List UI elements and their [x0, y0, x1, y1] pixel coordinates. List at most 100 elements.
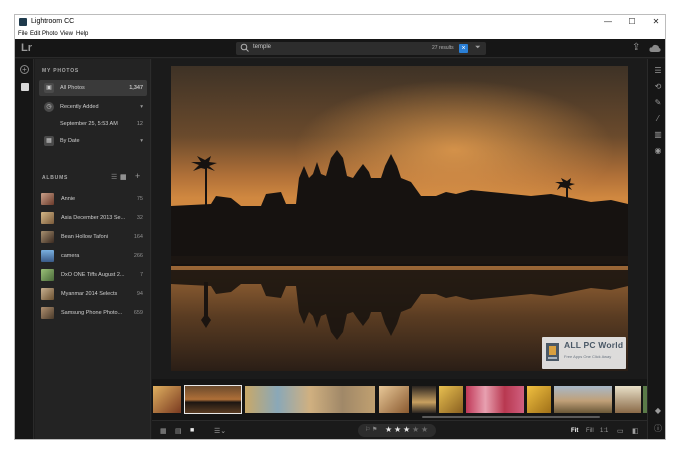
menu-bar: File Edit Photo View Help [15, 30, 665, 39]
zoom-fill-button[interactable]: Fill [586, 428, 594, 434]
search-result-count: 27 results [432, 45, 454, 51]
album-item[interactable]: DxO ONE Tiffs August 2... 7 [41, 267, 149, 283]
search-box[interactable]: temple 27 results × ⏷ [236, 42, 486, 55]
album-thumbnail [41, 212, 54, 224]
maximize-button[interactable]: ☐ [625, 16, 639, 28]
photo-grid-icon[interactable]: ▤ [175, 427, 182, 435]
album-item[interactable]: Asia December 2013 Se... 32 [41, 210, 149, 226]
all-photos-label: All Photos [60, 85, 85, 91]
my-photos-heading: MY PHOTOS [42, 68, 80, 74]
by-date-item[interactable]: ▦ By Date ▾ [39, 133, 147, 149]
album-label: Asia December 2013 Se... [61, 215, 126, 221]
album-label: Annie [61, 196, 76, 202]
cloud-icon[interactable] [649, 44, 661, 53]
clock-icon: ◷ [44, 102, 54, 112]
recent-import-label: September 25, 5:53 AM [60, 121, 118, 127]
recently-added-item[interactable]: ◷ Recently Added ▾ [39, 99, 147, 115]
crop-icon[interactable]: ⟲ [652, 81, 664, 93]
minimize-button[interactable]: — [601, 16, 615, 28]
chevron-down-icon[interactable]: ▾ [140, 104, 143, 110]
menu-help[interactable]: Help [76, 31, 88, 37]
grid-view-icon[interactable]: ▦ [120, 173, 127, 181]
menu-file[interactable]: File [18, 31, 28, 37]
album-item[interactable]: camera 266 [41, 248, 149, 264]
radial-gradient-icon[interactable]: ◉ [652, 145, 664, 157]
menu-photo[interactable]: Photo [42, 31, 58, 37]
search-input[interactable]: temple [253, 44, 271, 50]
album-item[interactable]: Myanmar 2014 Selects 94 [41, 286, 149, 302]
zoom-fit-button[interactable]: Fit [571, 428, 578, 434]
album-thumbnail [41, 231, 54, 243]
album-count: 266 [133, 253, 143, 259]
album-label: DxO ONE Tiffs August 2... [61, 272, 125, 278]
album-count: 164 [133, 234, 143, 240]
album-count: 94 [136, 291, 143, 297]
filmstrip-thumb[interactable] [615, 386, 641, 413]
album-label: camera [61, 253, 80, 259]
album-label: Bean Hollow Tafoni [61, 234, 108, 240]
album-item[interactable]: Samsung Phone Photo... 659 [41, 305, 149, 321]
recent-import-item[interactable]: September 25, 5:53 AM 12 [39, 116, 147, 132]
left-icon-strip: + [15, 59, 34, 439]
star-icon[interactable]: ★ [403, 425, 410, 434]
detail-view-icon[interactable]: ■ [190, 427, 194, 434]
star-icon[interactable]: ★ [385, 425, 392, 434]
photo-viewer [152, 59, 647, 379]
filmstrip-thumb[interactable] [466, 386, 524, 413]
filmstrip-thumb[interactable] [379, 386, 409, 413]
zoom-1to1-button[interactable]: 1:1 [600, 428, 608, 434]
filmstrip-thumb[interactable] [554, 386, 612, 413]
window-title: Lightroom CC [31, 18, 75, 25]
album-item[interactable]: Bean Hollow Tafoni 164 [41, 229, 149, 245]
watermark-title: ALL PC World [564, 340, 624, 350]
chevron-down-icon[interactable]: ▾ [140, 138, 143, 144]
brush-icon[interactable]: ⁄ [652, 113, 664, 125]
star-icon[interactable]: ★ [412, 425, 419, 434]
album-count: 659 [133, 310, 143, 316]
filter-icon[interactable]: ⏷ [475, 44, 481, 52]
filmstrip-thumb[interactable] [412, 386, 436, 413]
filmstrip-thumb[interactable] [527, 386, 551, 413]
panel-toggle-icon[interactable]: ◧ [632, 427, 639, 435]
rating-control: ⚐ ⚑ ★ ★ ★ ★ ★ [358, 424, 436, 437]
filmstrip-thumb-selected[interactable] [184, 385, 242, 414]
album-item[interactable]: Annie 75 [41, 191, 149, 207]
photos-icon: ▣ [44, 83, 54, 93]
compare-icon[interactable]: ▭ [617, 427, 624, 435]
clear-search-icon[interactable]: × [459, 44, 468, 53]
edit-sliders-icon[interactable]: ☰ [652, 65, 664, 77]
album-count: 75 [136, 196, 143, 202]
flag-icon[interactable]: ⚐ ⚑ [365, 426, 377, 433]
recently-added-label: Recently Added [60, 104, 99, 110]
plus-icon[interactable]: + [20, 65, 29, 74]
healing-brush-icon[interactable]: ✎ [652, 97, 664, 109]
share-icon[interactable]: ⇪ [632, 42, 640, 53]
menu-view[interactable]: View [60, 31, 73, 37]
filmstrip-thumb[interactable] [439, 386, 463, 413]
info-icon[interactable]: ⓘ [652, 423, 664, 435]
close-button[interactable]: ✕ [649, 16, 663, 28]
top-toolbar: Lr temple 27 results × ⏷ ⇪ [15, 39, 665, 58]
add-album-icon[interactable]: + [135, 171, 140, 181]
all-photos-item[interactable]: ▣ All Photos 1,347 [39, 80, 147, 96]
star-icon[interactable]: ★ [421, 425, 428, 434]
album-thumbnail [41, 193, 54, 205]
left-panel: MY PHOTOS ▣ All Photos 1,347 ◷ Recently … [35, 59, 151, 439]
menu-edit[interactable]: Edit [30, 31, 40, 37]
album-thumbnail [41, 307, 54, 319]
linear-gradient-icon[interactable]: ▥ [652, 129, 664, 141]
filmstrip-scrollbar[interactable] [422, 416, 600, 418]
watermark-subtitle: Free Apps One Click Away [564, 354, 612, 359]
square-grid-icon[interactable]: ▦ [160, 427, 167, 435]
tag-icon[interactable]: ◆ [652, 405, 664, 417]
filmstrip-thumb[interactable] [153, 386, 181, 413]
sort-icon[interactable]: ☰⌄ [214, 427, 226, 435]
recent-import-count: 12 [136, 121, 143, 127]
albums-heading: ALBUMS [42, 175, 69, 181]
main-photo[interactable] [171, 66, 628, 371]
list-view-icon[interactable]: ☰ [111, 173, 117, 181]
library-icon[interactable] [21, 83, 29, 91]
star-icon[interactable]: ★ [394, 425, 401, 434]
filmstrip-thumb[interactable] [245, 386, 375, 413]
calendar-icon: ▦ [44, 136, 54, 146]
